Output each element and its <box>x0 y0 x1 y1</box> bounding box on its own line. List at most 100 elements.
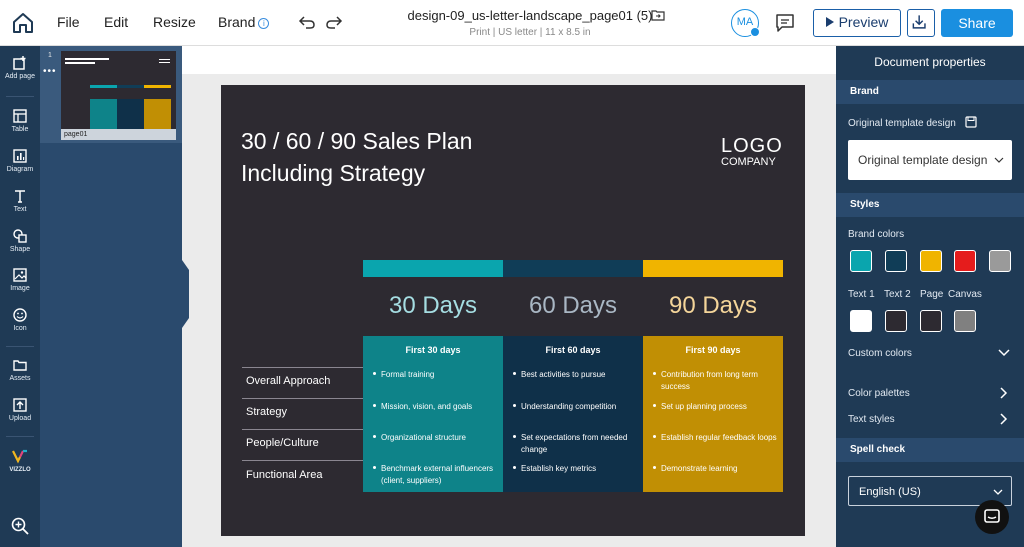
bullet <box>513 372 516 375</box>
menu-resize[interactable]: Resize <box>153 14 196 30</box>
cell-text: Best activities to pursue <box>521 370 606 379</box>
tool-shape[interactable]: Shape <box>0 228 40 253</box>
download-icon <box>912 15 926 29</box>
home-icon[interactable] <box>10 10 36 36</box>
column-days-label[interactable]: 30 Days <box>363 292 503 320</box>
bullet <box>373 404 376 407</box>
preview-button[interactable]: Preview <box>813 9 901 37</box>
logo-company[interactable]: COMPANY <box>721 156 776 168</box>
chevron-right-icon[interactable] <box>1000 387 1008 399</box>
language-value: English (US) <box>859 486 921 498</box>
page-name[interactable]: page01 <box>61 129 176 140</box>
document-format: Print | US letter | 11 x 8.5 in <box>469 27 591 38</box>
zoom-icon[interactable] <box>10 516 30 536</box>
row-label-overall-approach[interactable]: Overall Approach <box>246 375 330 387</box>
tool-table[interactable]: Table <box>0 108 40 133</box>
thumb-band <box>117 85 144 88</box>
move-to-folder-icon[interactable] <box>651 8 665 22</box>
table-cell[interactable]: Benchmark external influencers (client, … <box>373 463 509 487</box>
table-cell[interactable]: Contribution from long term success <box>653 369 789 393</box>
download-button[interactable] <box>907 9 935 37</box>
row-label-strategy[interactable]: Strategy <box>246 406 287 418</box>
column-header[interactable]: First 90 days <box>643 345 783 355</box>
chevron-right-icon[interactable] <box>1000 413 1008 425</box>
chat-support-button[interactable] <box>975 500 1009 534</box>
info-icon[interactable]: i <box>258 18 270 29</box>
table-cell[interactable]: Best activities to pursue <box>513 369 649 381</box>
document-title[interactable]: design-09_us-letter-landscape_page01 (5) <box>360 8 700 23</box>
color-palettes-row[interactable]: Color palettes <box>848 388 910 399</box>
column-days-label[interactable]: 60 Days <box>503 292 643 320</box>
table-cell[interactable]: Set up planning process <box>653 401 789 413</box>
column-days-label[interactable]: 90 Days <box>643 292 783 320</box>
folder-icon <box>13 360 27 371</box>
text-styles-row[interactable]: Text styles <box>848 414 895 425</box>
bullet <box>653 435 656 438</box>
custom-colors-row[interactable]: Custom colors <box>848 348 912 359</box>
collapse-panel-handle[interactable] <box>182 260 189 328</box>
menu-file[interactable]: File <box>57 14 80 30</box>
cell-text: Set up planning process <box>661 402 747 411</box>
brand-colors-label: Brand colors <box>848 229 905 240</box>
shape-icon <box>13 229 27 243</box>
template-dropdown[interactable]: Original template design <box>848 140 1012 180</box>
table-cell[interactable]: Establish regular feedback loops <box>653 432 789 444</box>
column-header[interactable]: First 60 days <box>503 345 643 355</box>
row-label-people-culture[interactable]: People/Culture <box>246 437 319 449</box>
share-button[interactable]: Share <box>941 9 1013 37</box>
table-cell[interactable]: Establish key metrics <box>513 463 649 475</box>
cell-text: Mission, vision, and goals <box>381 402 473 411</box>
table-cell[interactable]: Formal training <box>373 369 509 381</box>
brand-color-swatch[interactable] <box>989 250 1011 272</box>
text-color-swatch[interactable] <box>850 310 872 332</box>
add-page-icon <box>13 56 26 70</box>
slide-title[interactable]: 30 / 60 / 90 Sales Plan Including Strate… <box>241 125 472 189</box>
undo-icon[interactable] <box>298 13 316 31</box>
vizzlo-brand[interactable]: VIZZLO <box>0 448 40 473</box>
thumb-title <box>65 58 109 60</box>
table-cell[interactable]: Set expectations from needed change <box>513 432 649 456</box>
comment-icon[interactable] <box>774 12 796 34</box>
tool-diagram[interactable]: Diagram <box>0 148 40 173</box>
table-cell[interactable]: Organizational structure <box>373 432 509 444</box>
vizzlo-label: VIZZLO <box>9 467 31 473</box>
redo-icon[interactable] <box>325 13 343 31</box>
text-color-swatch[interactable] <box>954 310 976 332</box>
thumb-title <box>65 62 95 64</box>
add-page-button[interactable]: Add page <box>0 55 40 80</box>
brand-color-swatch[interactable] <box>885 250 907 272</box>
brand-color-swatch[interactable] <box>850 250 872 272</box>
tool-upload[interactable]: Upload <box>0 397 40 422</box>
bullet <box>653 466 656 469</box>
chevron-down-icon[interactable] <box>998 349 1010 357</box>
play-icon <box>825 17 834 27</box>
table-cell[interactable]: Demonstrate learning <box>653 463 789 475</box>
column-header[interactable]: First 30 days <box>363 345 503 355</box>
tool-table-label: Table <box>11 126 29 133</box>
slide-page[interactable]: 30 / 60 / 90 Sales Plan Including Strate… <box>221 85 805 536</box>
tool-upload-label: Upload <box>8 415 32 422</box>
page-thumbnail[interactable] <box>61 51 176 129</box>
brand-color-swatch[interactable] <box>920 250 942 272</box>
column-color-band <box>363 260 503 277</box>
menu-brand[interactable]: Brand i <box>218 14 270 30</box>
page-options-icon[interactable]: ••• <box>43 66 57 77</box>
tool-text[interactable]: Text <box>0 188 40 213</box>
tool-assets[interactable]: Assets <box>0 357 40 382</box>
row-label-functional-area[interactable]: Functional Area <box>246 469 322 481</box>
table-cell[interactable]: Mission, vision, and goals <box>373 401 509 413</box>
avatar-status-badge <box>750 27 760 37</box>
tool-image[interactable]: Image <box>0 267 40 292</box>
text-color-swatch[interactable] <box>920 310 942 332</box>
top-bar: File Edit Resize Brand i design-09_us-let… <box>0 0 1024 46</box>
cell-text: Formal training <box>381 370 435 379</box>
brand-color-swatch[interactable] <box>954 250 976 272</box>
logo-placeholder[interactable]: LOGO <box>721 136 783 156</box>
vizzlo-logo <box>12 449 27 464</box>
tool-icon[interactable]: Icon <box>0 307 40 332</box>
template-dropdown-value: Original template design <box>858 153 988 167</box>
text-color-swatch[interactable] <box>885 310 907 332</box>
menu-edit[interactable]: Edit <box>104 14 128 30</box>
save-icon[interactable] <box>965 116 977 128</box>
table-cell[interactable]: Understanding competition <box>513 401 649 413</box>
